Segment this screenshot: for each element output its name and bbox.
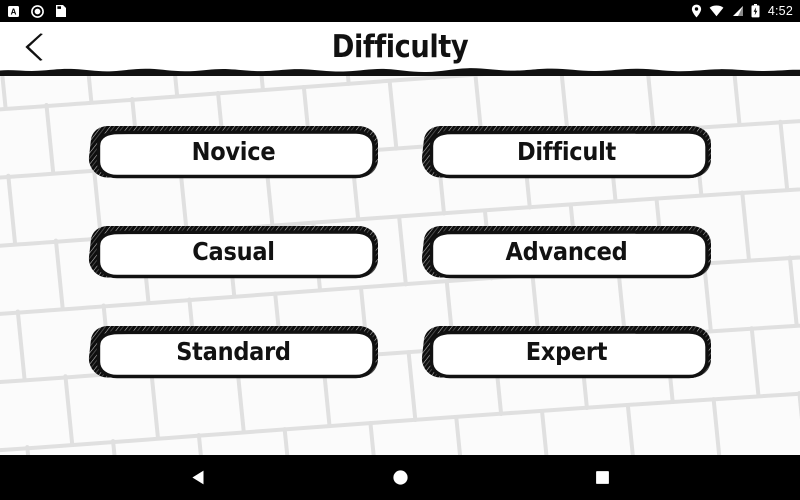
cellular-signal-icon (731, 5, 744, 17)
difficulty-button-standard[interactable]: Standard (86, 323, 381, 381)
status-bar-clock: 4:52 (767, 4, 793, 18)
page-title: Difficulty (331, 29, 469, 65)
nav-home-button[interactable] (344, 455, 456, 500)
sd-card-icon: A (7, 5, 20, 18)
content-area: Novice Difficult Casual Advanced Standar… (0, 72, 800, 455)
difficulty-button-advanced[interactable]: Advanced (419, 223, 714, 281)
difficulty-button-label: Casual (192, 237, 275, 266)
difficulty-button-novice[interactable]: Novice (86, 123, 381, 181)
battery-charging-icon (751, 4, 760, 18)
svg-text:A: A (11, 7, 17, 16)
sim-card-icon (55, 4, 67, 18)
difficulty-button-label: Difficult (516, 137, 617, 166)
back-chevron-icon (25, 33, 43, 61)
nav-home-circle-icon (392, 470, 408, 485)
status-bar-right-icons: 4:52 (691, 4, 793, 18)
difficulty-button-casual[interactable]: Casual (86, 223, 381, 281)
difficulty-button-difficult[interactable]: Difficult (419, 123, 714, 181)
difficulty-button-expert[interactable]: Expert (419, 323, 714, 381)
nav-recents-square-icon (595, 471, 609, 484)
nav-spacer-right (456, 455, 546, 500)
difficulty-button-label: Novice (191, 137, 276, 166)
difficulty-button-grid: Novice Difficult Casual Advanced Standar… (0, 72, 800, 455)
record-circle-icon (31, 4, 44, 18)
location-pin-icon (691, 4, 702, 18)
android-navigation-bar (0, 455, 800, 500)
nav-spacer-left (254, 455, 344, 500)
status-bar: A 4:52 (0, 0, 800, 22)
status-bar-left-icons: A (7, 4, 67, 18)
difficulty-button-label: Advanced (505, 237, 628, 266)
nav-back-button[interactable] (142, 455, 254, 500)
app-header: Difficulty (0, 22, 800, 72)
difficulty-button-label: Standard (176, 337, 291, 366)
nav-recents-button[interactable] (546, 455, 658, 500)
nav-back-triangle-icon (191, 470, 203, 485)
wifi-icon (709, 5, 724, 17)
difficulty-button-label: Expert (525, 337, 608, 366)
phone-screen: A 4:52 Difficulty Novice Difficult Casua… (0, 0, 800, 500)
